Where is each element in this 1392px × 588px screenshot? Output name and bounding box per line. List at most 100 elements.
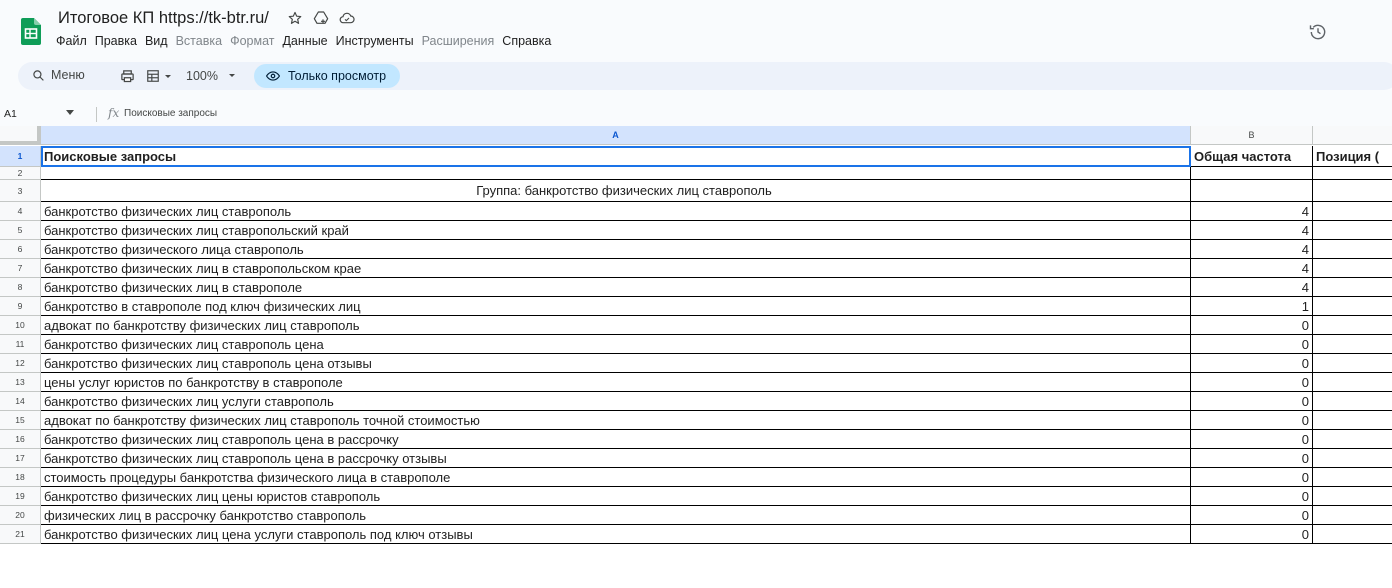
cell-frequency[interactable]: 0 — [1191, 525, 1313, 544]
cell-query[interactable]: адвокат по банкротству физических лиц ст… — [41, 411, 1191, 430]
cell-position[interactable] — [1313, 297, 1392, 316]
column-header-c[interactable] — [1313, 126, 1392, 145]
cell-position[interactable] — [1313, 373, 1392, 392]
row-header[interactable]: 12 — [0, 354, 41, 373]
cell-frequency[interactable]: 0 — [1191, 411, 1313, 430]
row-header[interactable]: 6 — [0, 240, 41, 259]
spreadsheet-grid[interactable]: A B 1 Поисковые запросы Общая частота По… — [0, 126, 1392, 588]
row-header[interactable]: 21 — [0, 525, 41, 544]
cell-c1[interactable]: Позиция ( — [1313, 146, 1392, 167]
row-header[interactable]: 16 — [0, 430, 41, 449]
row-header[interactable]: 9 — [0, 297, 41, 316]
cell-query[interactable]: банкротство физических лиц ставрополь це… — [41, 354, 1191, 373]
cell-position[interactable] — [1313, 468, 1392, 487]
cell-position[interactable] — [1313, 487, 1392, 506]
cell-query[interactable]: адвокат по банкротству физических лиц ст… — [41, 316, 1191, 335]
cell-position[interactable] — [1313, 525, 1392, 544]
document-title[interactable]: Итоговое КП https://tk-btr.ru/ — [58, 9, 269, 28]
menu-data[interactable]: Данные — [278, 34, 331, 48]
cell-query[interactable]: цены услуг юристов по банкротству в став… — [41, 373, 1191, 392]
cell-frequency[interactable]: 0 — [1191, 316, 1313, 335]
name-box[interactable]: A1 — [4, 108, 17, 120]
menu-view[interactable]: Вид — [141, 34, 172, 48]
cell-query[interactable]: банкротство физических лиц цены юристов … — [41, 487, 1191, 506]
cell-frequency[interactable]: 4 — [1191, 259, 1313, 278]
row-header[interactable]: 19 — [0, 487, 41, 506]
row-header[interactable]: 14 — [0, 392, 41, 411]
menu-edit[interactable]: Правка — [91, 34, 141, 48]
row-header[interactable]: 13 — [0, 373, 41, 392]
cell-position[interactable] — [1313, 335, 1392, 354]
version-history-icon[interactable] — [1308, 22, 1328, 42]
cell-query[interactable]: банкротство физических лиц ставрополь це… — [41, 430, 1191, 449]
move-to-drive-icon[interactable] — [313, 10, 329, 26]
cell-position[interactable] — [1313, 354, 1392, 373]
cell-position[interactable] — [1313, 259, 1392, 278]
column-header-a[interactable]: A — [41, 126, 1191, 145]
row-header[interactable]: 18 — [0, 468, 41, 487]
row-header[interactable]: 11 — [0, 335, 41, 354]
row-header[interactable]: 8 — [0, 278, 41, 297]
cell-c2[interactable] — [1313, 167, 1392, 180]
row-header[interactable]: 17 — [0, 449, 41, 468]
cell-position[interactable] — [1313, 240, 1392, 259]
cell-b3[interactable] — [1191, 180, 1313, 202]
row-header[interactable]: 15 — [0, 411, 41, 430]
cell-b2[interactable] — [1191, 167, 1313, 180]
cloud-status-icon[interactable] — [339, 10, 355, 26]
cell-frequency[interactable]: 0 — [1191, 392, 1313, 411]
cell-a1[interactable]: Поисковые запросы — [41, 146, 1191, 167]
sheets-logo-icon[interactable] — [21, 18, 41, 45]
menu-file[interactable]: Файл — [52, 34, 91, 48]
formula-input[interactable]: Поисковые запросы — [124, 108, 217, 119]
cell-query[interactable]: физических лиц в рассрочку банкротство с… — [41, 506, 1191, 525]
cell-position[interactable] — [1313, 392, 1392, 411]
cell-b1[interactable]: Общая частота — [1191, 146, 1313, 167]
row-header[interactable]: 5 — [0, 221, 41, 240]
row-header[interactable]: 2 — [0, 167, 41, 180]
cell-query[interactable]: стоимость процедуры банкротства физическ… — [41, 468, 1191, 487]
cell-query[interactable]: банкротство физических лиц в ставрополе — [41, 278, 1191, 297]
cell-frequency[interactable]: 0 — [1191, 354, 1313, 373]
cell-query[interactable]: банкротство физических лиц в ставропольс… — [41, 259, 1191, 278]
menu-tools[interactable]: Инструменты — [332, 34, 418, 48]
cell-position[interactable] — [1313, 202, 1392, 221]
cell-frequency[interactable]: 4 — [1191, 202, 1313, 221]
cell-query[interactable]: банкротство физических лиц ставрополь це… — [41, 449, 1191, 468]
cell-position[interactable] — [1313, 221, 1392, 240]
row-header[interactable]: 10 — [0, 316, 41, 335]
cell-frequency[interactable]: 0 — [1191, 468, 1313, 487]
cell-c3[interactable] — [1313, 180, 1392, 202]
cell-query[interactable]: банкротство физического лица ставрополь — [41, 240, 1191, 259]
view-only-button[interactable]: Только просмотр — [254, 64, 401, 88]
cell-frequency[interactable]: 4 — [1191, 278, 1313, 297]
cell-frequency[interactable]: 0 — [1191, 487, 1313, 506]
cell-frequency[interactable]: 0 — [1191, 373, 1313, 392]
cell-a2[interactable] — [41, 167, 1191, 180]
row-header[interactable]: 20 — [0, 506, 41, 525]
star-icon[interactable] — [287, 10, 303, 26]
cell-query[interactable]: банкротство физических лиц ставропольски… — [41, 221, 1191, 240]
select-all-corner[interactable] — [0, 126, 41, 145]
cell-position[interactable] — [1313, 506, 1392, 525]
row-header[interactable]: 7 — [0, 259, 41, 278]
column-header-b[interactable]: B — [1191, 126, 1313, 145]
cell-position[interactable] — [1313, 430, 1392, 449]
zoom-select[interactable]: 100% — [186, 69, 237, 83]
cell-frequency[interactable]: 0 — [1191, 430, 1313, 449]
cell-frequency[interactable]: 4 — [1191, 221, 1313, 240]
cell-query[interactable]: банкротство физических лиц услуги ставро… — [41, 392, 1191, 411]
cell-query[interactable]: банкротство физических лиц ставрополь — [41, 202, 1191, 221]
row-header[interactable]: 3 — [0, 180, 41, 202]
cell-query[interactable]: банкротство физических лиц ставрополь це… — [41, 335, 1191, 354]
menu-search[interactable]: Меню — [32, 68, 85, 82]
cell-a3-group-label[interactable]: Группа: банкротство физических лиц ставр… — [41, 180, 1191, 202]
cell-frequency[interactable]: 1 — [1191, 297, 1313, 316]
row-header[interactable]: 4 — [0, 202, 41, 221]
cell-position[interactable] — [1313, 449, 1392, 468]
cell-frequency[interactable]: 0 — [1191, 506, 1313, 525]
cell-position[interactable] — [1313, 411, 1392, 430]
row-header[interactable]: 1 — [0, 146, 41, 167]
print-button[interactable] — [120, 67, 135, 85]
cell-frequency[interactable]: 0 — [1191, 449, 1313, 468]
